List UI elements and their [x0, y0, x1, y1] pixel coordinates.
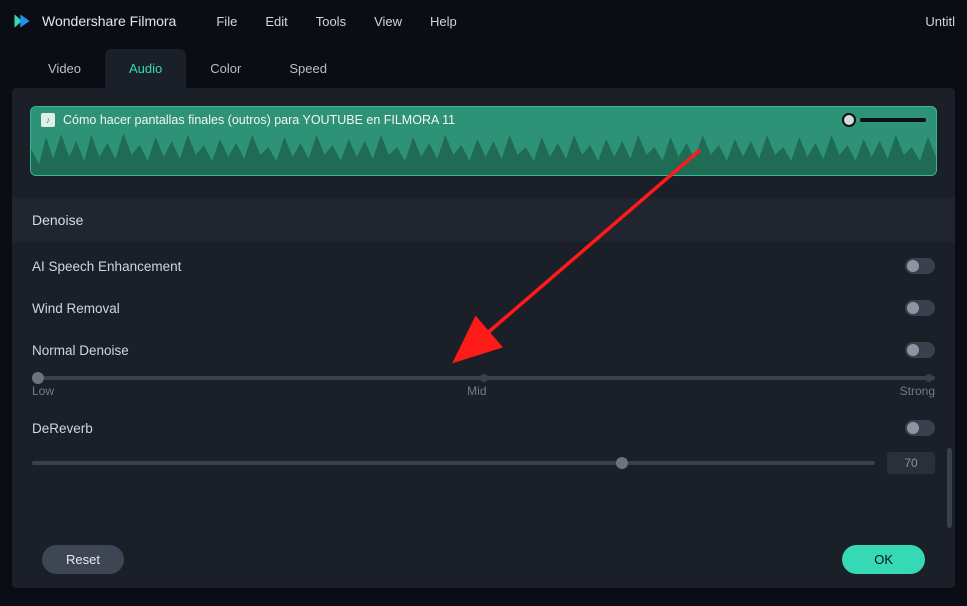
menu-edit[interactable]: Edit — [265, 14, 287, 29]
normal-denoise-slider-row: Low Mid Strong — [12, 368, 955, 398]
music-note-icon — [41, 113, 55, 127]
tab-color[interactable]: Color — [186, 49, 265, 88]
titlebar: Wondershare Filmora File Edit Tools View… — [0, 0, 967, 42]
normal-denoise-label: Normal Denoise — [32, 343, 905, 358]
wind-removal-label: Wind Removal — [32, 301, 905, 316]
audio-panel: Cómo hacer pantallas finales (outros) pa… — [12, 88, 955, 588]
prop-wind-removal: Wind Removal — [12, 284, 955, 326]
reset-button[interactable]: Reset — [42, 545, 124, 574]
slider-handle-icon — [32, 372, 44, 384]
ok-button[interactable]: OK — [842, 545, 925, 574]
footer: Reset OK — [12, 545, 955, 574]
audio-clip[interactable]: Cómo hacer pantallas finales (outros) pa… — [30, 106, 937, 176]
clip-header: Cómo hacer pantallas finales (outros) pa… — [31, 107, 936, 129]
slider-tick-icon — [925, 374, 933, 382]
dereverb-slider[interactable] — [32, 461, 875, 465]
clip-title: Cómo hacer pantallas finales (outros) pa… — [63, 113, 455, 127]
scrollbar[interactable] — [947, 448, 952, 528]
slider-tick-icon — [480, 374, 488, 382]
slider-handle-icon — [616, 457, 628, 469]
wind-removal-toggle[interactable] — [905, 300, 935, 316]
menu-file[interactable]: File — [216, 14, 237, 29]
menu-help[interactable]: Help — [430, 14, 457, 29]
tab-speed[interactable]: Speed — [265, 49, 351, 88]
prop-dereverb: DeReverb — [12, 398, 955, 446]
section-denoise[interactable]: Denoise — [12, 198, 955, 242]
normal-denoise-toggle[interactable] — [905, 342, 935, 358]
tabbar: Video Audio Color Speed — [0, 42, 967, 88]
waveform-icon — [31, 129, 936, 175]
dereverb-label: DeReverb — [32, 421, 905, 436]
prop-normal-denoise: Normal Denoise — [12, 326, 955, 368]
slider-track — [860, 118, 926, 122]
slider-knob-icon — [842, 113, 856, 127]
menubar: File Edit Tools View Help — [216, 14, 456, 29]
tab-video[interactable]: Video — [24, 49, 105, 88]
dereverb-value[interactable]: 70 — [887, 452, 935, 474]
document-name: Untitl — [925, 14, 955, 29]
clip-volume-slider[interactable] — [842, 113, 926, 127]
slider-labels: Low Mid Strong — [32, 384, 935, 398]
dereverb-toggle[interactable] — [905, 420, 935, 436]
ai-speech-label: AI Speech Enhancement — [32, 259, 905, 274]
prop-ai-speech: AI Speech Enhancement — [12, 242, 955, 284]
label-mid: Mid — [467, 384, 486, 398]
menu-view[interactable]: View — [374, 14, 402, 29]
normal-denoise-slider[interactable] — [32, 376, 935, 380]
menu-tools[interactable]: Tools — [316, 14, 346, 29]
ai-speech-toggle[interactable] — [905, 258, 935, 274]
label-strong: Strong — [900, 384, 935, 398]
label-low: Low — [32, 384, 54, 398]
app-logo-icon — [12, 11, 32, 31]
dereverb-slider-row: 70 — [12, 446, 955, 474]
tab-audio[interactable]: Audio — [105, 49, 186, 88]
app-name: Wondershare Filmora — [42, 13, 176, 29]
